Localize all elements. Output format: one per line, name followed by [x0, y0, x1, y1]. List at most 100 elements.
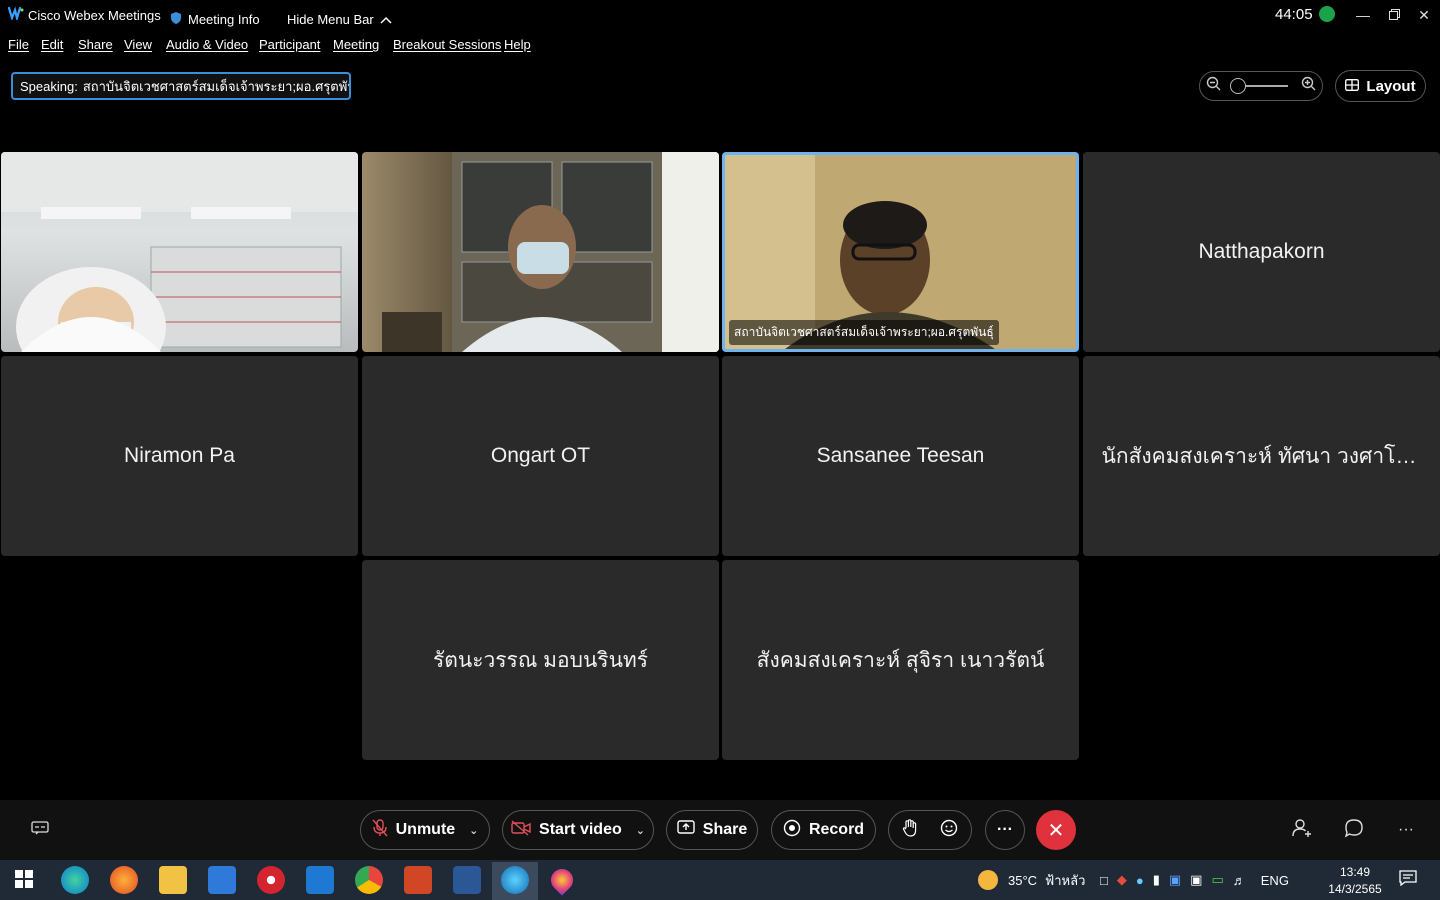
minimize-button[interactable]: — [1348, 4, 1378, 26]
video-tile[interactable] [1, 152, 358, 352]
reactions-group [888, 810, 972, 850]
menu-breakout-sessions[interactable]: Breakout Sessions [393, 37, 501, 52]
zoom-out-icon[interactable] [1206, 76, 1221, 96]
chrome-browser-icon[interactable] [355, 866, 383, 894]
weather-temperature: 35°C [1008, 872, 1038, 888]
menu-share[interactable]: Share [78, 37, 113, 52]
unmute-button[interactable]: Unmute ⌄ [360, 810, 490, 850]
record-icon [783, 819, 801, 842]
video-tile-active-speaker[interactable]: สถาบันจิตเวชศาสตร์สมเด็จเจ้าพระยา;ผอ.ศรุ… [722, 152, 1079, 352]
clock-time: 13:49 [1339, 865, 1371, 879]
shield-icon [170, 11, 182, 28]
app-icon[interactable] [257, 866, 285, 894]
more-options-button[interactable]: ··· [985, 810, 1025, 850]
security-tray-icon[interactable]: ◆ [1117, 872, 1127, 888]
record-button[interactable]: Record [771, 810, 876, 850]
webex-logo-icon [7, 6, 24, 23]
microsoft-store-icon[interactable] [208, 866, 236, 894]
active-speaker-name-tag: สถาบันจิตเวชศาสตร์สมเด็จเจ้าพระยา;ผอ.ศรุ… [729, 320, 999, 345]
video-tile[interactable] [362, 152, 719, 352]
app-title: Cisco Webex Meetings [28, 8, 161, 23]
menu-participant[interactable]: Participant [259, 37, 320, 52]
app-tray-icon[interactable]: ● [1136, 873, 1144, 888]
closed-captions-icon [31, 820, 49, 840]
menu-edit[interactable]: Edit [41, 37, 63, 52]
restore-button[interactable] [1379, 4, 1409, 26]
battery-icon[interactable]: ▭ [1211, 872, 1223, 888]
participant-name: Niramon Pa [124, 444, 235, 467]
chat-panel-button[interactable] [1342, 818, 1366, 842]
participant-name: Ongart OT [490, 444, 591, 467]
start-video-button[interactable]: Start video ⌄ [502, 810, 654, 850]
participant-name: Natthapakorn [1198, 240, 1325, 263]
record-label: Record [808, 821, 865, 838]
raise-hand-icon[interactable] [902, 818, 918, 842]
participant-tile[interactable]: สังคมสงเคราะห์ สุจิรา เนาวรัตน์ [722, 560, 1079, 760]
firefox-browser-icon[interactable] [110, 866, 138, 894]
powerpoint-icon[interactable] [404, 866, 432, 894]
participant-tile[interactable]: รัตนะวรรณ มอบนรินทร์ [362, 560, 719, 760]
file-explorer-icon[interactable] [159, 866, 187, 894]
zoom-in-icon[interactable] [1301, 76, 1316, 96]
volume-icon[interactable]: ♬ [1233, 873, 1246, 888]
zoom-slider[interactable] [1230, 78, 1288, 94]
app-tray-icon[interactable]: ▣ [1169, 872, 1181, 888]
layout-button[interactable]: Layout [1335, 70, 1426, 102]
participant-tile[interactable]: นักสังคมสงเคราะห์ ทัศนา วงศาโรจ... [1083, 356, 1440, 556]
zoom-control[interactable] [1199, 71, 1323, 101]
unmute-label: Unmute [395, 821, 456, 838]
word-icon[interactable] [453, 866, 481, 894]
grid-layout-icon [1345, 78, 1360, 95]
input-language[interactable]: ENG [1261, 873, 1289, 888]
hide-menu-bar-button[interactable]: Hide Menu Bar [287, 4, 392, 34]
menu-audio-video[interactable]: Audio & Video [166, 37, 248, 52]
participant-tile[interactable]: Niramon Pa [1, 356, 358, 556]
menu-meeting[interactable]: Meeting [333, 37, 379, 52]
participant-tile[interactable]: Natthapakorn [1083, 152, 1440, 352]
participant-name: รัตนะวรรณ มอบนรินทร์ [432, 648, 649, 672]
clock-date: 14/3/2565 [1328, 882, 1382, 896]
sun-haze-icon [978, 870, 998, 890]
participant-video [1, 152, 358, 352]
menu-file[interactable]: File [8, 37, 29, 52]
chevron-down-icon[interactable]: ⌄ [469, 824, 478, 837]
more-panels-button[interactable]: ··· [1394, 818, 1418, 842]
close-window-button[interactable]: ✕ [1409, 4, 1439, 26]
menu-help[interactable]: Help [504, 37, 531, 52]
webex-taskbar-icon[interactable] [501, 866, 529, 894]
hide-menu-bar-label: Hide Menu Bar [287, 11, 374, 27]
share-button[interactable]: Share [666, 810, 758, 850]
menu-view[interactable]: View [124, 37, 152, 52]
mail-icon[interactable] [306, 866, 334, 894]
participants-panel-button[interactable] [1290, 818, 1314, 842]
edge-browser-icon[interactable] [61, 866, 89, 894]
participants-icon [1292, 818, 1312, 843]
chevron-down-icon[interactable]: ⌄ [636, 824, 645, 837]
reactions-emoji-icon[interactable] [940, 819, 958, 842]
start-button[interactable] [10, 866, 38, 894]
network-signal-icon[interactable] [1319, 6, 1335, 22]
weather-widget[interactable]: 35°C ฟ้าหลัว [978, 860, 1085, 900]
layout-label: Layout [1366, 77, 1416, 95]
participant-video [382, 152, 719, 352]
chevron-up-icon [380, 12, 392, 27]
more-horizontal-icon: ··· [997, 821, 1013, 838]
participant-name: นักสังคมสงเคราะห์ ทัศนา วงศาโรจ... [1101, 444, 1422, 468]
captions-button[interactable] [28, 818, 52, 842]
notifications-button[interactable] [1396, 868, 1420, 892]
leave-meeting-button[interactable]: ✕ [1036, 810, 1076, 850]
close-icon: ✕ [1047, 819, 1065, 842]
speaking-name: สถาบันจิตเวชศาสตร์สมเด็จเจ้าพระยา;ผอ.ศรุ… [82, 78, 351, 94]
zoom-slider-handle[interactable] [1230, 78, 1246, 94]
meeting-info-button[interactable]: Meeting Info [170, 4, 260, 34]
system-clock[interactable]: 13:49 14/3/2565 [1327, 864, 1383, 898]
system-tray: □ ◆ ● ▮ ▣ ▣ ▭ ♬ ENG [1100, 860, 1289, 900]
meeting-info-label: Meeting Info [188, 11, 260, 27]
microphone-tray-icon[interactable]: ▮ [1153, 872, 1160, 888]
camera-tray-icon[interactable]: □ [1100, 873, 1108, 888]
display-tray-icon[interactable]: ▣ [1190, 872, 1202, 888]
close-icon: ✕ [1418, 6, 1430, 23]
participant-tile[interactable]: Ongart OT [362, 356, 719, 556]
participant-tile[interactable]: Sansanee Teesan [722, 356, 1079, 556]
speaking-label: Speaking: [20, 78, 78, 94]
